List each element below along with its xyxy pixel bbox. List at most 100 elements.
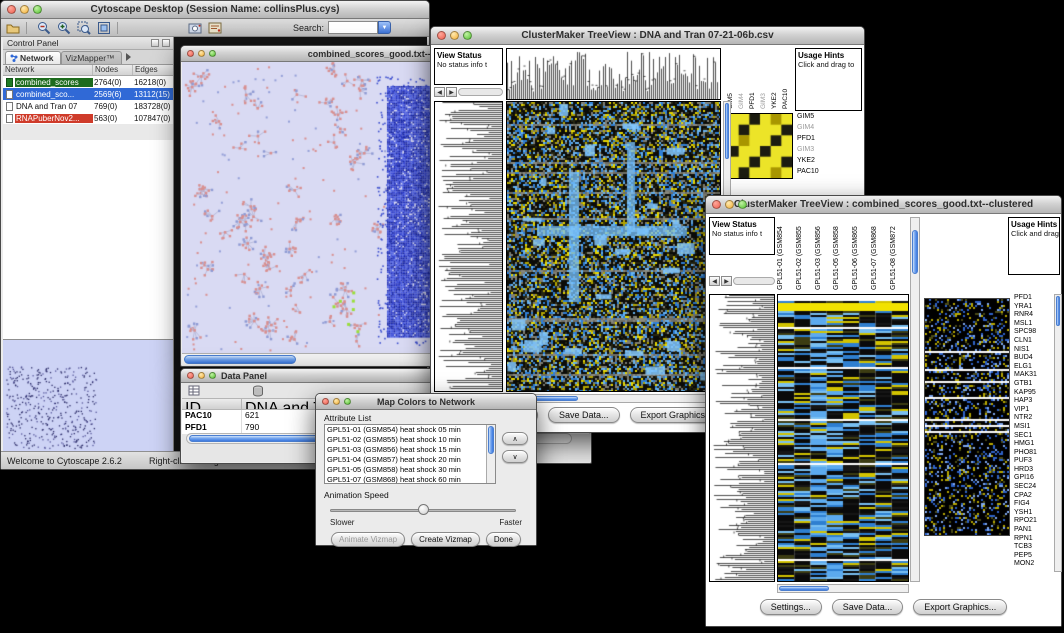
treeview2-window: ClusterMaker TreeView : combined_scores_…: [705, 195, 1062, 627]
speed-slider-thumb[interactable]: [418, 504, 429, 515]
zoom-button[interactable]: [344, 398, 351, 405]
zoom-fit-icon[interactable]: [96, 20, 112, 35]
close-icon[interactable]: [162, 39, 170, 47]
settings-button[interactable]: Settings...: [760, 599, 822, 615]
attribute-item[interactable]: GPL51-07 (GSM868) heat shock 60 min: [325, 475, 495, 484]
minimize-button[interactable]: [198, 372, 205, 379]
column-network[interactable]: Network: [3, 65, 93, 75]
scroll-right-icon[interactable]: ▶: [446, 87, 457, 97]
create-vizmap-button[interactable]: Create Vizmap: [411, 532, 480, 547]
close-button[interactable]: [322, 398, 329, 405]
move-down-button[interactable]: ∨: [502, 450, 528, 463]
minimize-button[interactable]: [450, 31, 459, 40]
column-nodes[interactable]: Nodes: [93, 65, 133, 75]
gene-label: RNR4: [1012, 311, 1053, 320]
move-up-button[interactable]: ∧: [502, 432, 528, 445]
document-icon: [6, 90, 13, 99]
gene-label: SPC98: [1012, 328, 1053, 337]
main-heatmap[interactable]: [506, 101, 721, 392]
zoom-button[interactable]: [209, 372, 216, 379]
search-input[interactable]: [328, 21, 378, 34]
tab-network[interactable]: Network: [5, 51, 61, 64]
network-table-row[interactable]: combined_sco...2569(6)13112(15): [3, 88, 173, 100]
minimize-button[interactable]: [198, 50, 205, 57]
close-button[interactable]: [187, 50, 194, 57]
gene-label: SEC1: [1012, 432, 1053, 441]
zoom-heatmap[interactable]: [727, 113, 793, 179]
gene-label: NTR2: [1012, 414, 1053, 423]
treeview2-titlebar[interactable]: ClusterMaker TreeView : combined_scores_…: [706, 196, 1061, 214]
gene-label: BUD4: [1012, 354, 1053, 363]
zoom-column-labels: GIM5GIM4PFD1GIM3YKE2PAC10: [727, 48, 793, 111]
column-label: GPL51-07 (GSM868: [871, 217, 890, 290]
gene-name-list: PFD1YRA1RNR4MSL1SPC98CLN1NIS1BUD4ELG1MAK…: [1012, 294, 1053, 572]
scroll-track[interactable]: [458, 88, 503, 96]
tab-overflow-arrow-icon[interactable]: [126, 53, 131, 61]
treeview1-titlebar[interactable]: ClusterMaker TreeView : DNA and Tran 07-…: [431, 27, 864, 45]
search-dropdown-icon[interactable]: ▼: [378, 21, 391, 34]
gene-label: KAP95: [1012, 389, 1053, 398]
vertical-scrollbar[interactable]: [910, 217, 920, 582]
column-dendrogram[interactable]: [506, 48, 721, 100]
network-table-row[interactable]: combined_scores2764(0)16218(0): [3, 76, 173, 88]
table-grid-icon[interactable]: [188, 385, 200, 396]
attribute-item[interactable]: GPL51-04 (GSM857) heat shock 20 min: [325, 455, 495, 465]
heatmap-horizontal-scrollbar[interactable]: [506, 394, 721, 403]
gene-list-scrollbar[interactable]: [1054, 294, 1062, 572]
attribute-item[interactable]: GPL51-01 (GSM854) heat shock 05 min: [325, 425, 495, 435]
attribute-list-scrollbar[interactable]: [486, 425, 495, 483]
minimize-button[interactable]: [725, 200, 734, 209]
tab-vizmapper[interactable]: VizMapper™: [61, 51, 122, 64]
usage-hints-box: Usage Hints Click and drag to: [795, 48, 862, 111]
open-folder-icon[interactable]: [5, 20, 21, 35]
zoom-button[interactable]: [738, 200, 747, 209]
gene-label: YSH1: [1012, 509, 1053, 518]
scroll-left-icon[interactable]: ◀: [709, 276, 720, 286]
row-dendrogram[interactable]: [434, 101, 503, 392]
main-titlebar[interactable]: Cytoscape Desktop (Session Name: collins…: [1, 1, 429, 19]
zoom-in-icon[interactable]: [56, 20, 72, 35]
window-controls: [322, 394, 351, 409]
zoom-button[interactable]: [463, 31, 472, 40]
export-graphics-button[interactable]: Export Graphics...: [913, 599, 1007, 615]
view-status-text: No status info t: [712, 229, 772, 238]
attribute-item[interactable]: GPL51-02 (GSM855) heat shock 10 min: [325, 435, 495, 445]
zoom-selected-icon[interactable]: [76, 20, 92, 35]
close-button[interactable]: [187, 372, 194, 379]
zoom-out-icon[interactable]: [36, 20, 52, 35]
attribute-item[interactable]: GPL51-03 (GSM856) heat shock 15 min: [325, 445, 495, 455]
column-edges[interactable]: Edges: [133, 65, 174, 75]
attribute-item[interactable]: GPL51-05 (GSM858) heat shock 30 min: [325, 465, 495, 475]
dialog-titlebar[interactable]: Map Colors to Network: [316, 394, 536, 410]
gene-label: MSI1: [1012, 423, 1053, 432]
network-table-row[interactable]: DNA and Tran 07769(0)183728(0): [3, 100, 173, 112]
save-data-button[interactable]: Save Data...: [832, 599, 904, 615]
done-button[interactable]: Done: [486, 532, 521, 547]
birdseye-view[interactable]: [3, 339, 173, 451]
zoom-button[interactable]: [33, 5, 42, 14]
zoom-row-label: GIM5: [795, 113, 839, 124]
close-button[interactable]: [437, 31, 446, 40]
close-button[interactable]: [712, 200, 721, 209]
scroll-left-icon[interactable]: ◀: [434, 87, 445, 97]
animate-vizmap-button[interactable]: Animate Vizmap: [331, 532, 405, 547]
heatmap-horizontal-scrollbar[interactable]: [777, 584, 909, 593]
scroll-track[interactable]: [733, 277, 775, 285]
column-id[interactable]: ID: [182, 399, 242, 410]
row-dendrogram[interactable]: [709, 294, 775, 582]
database-icon[interactable]: [252, 385, 264, 397]
network-table-row[interactable]: RNAPuberNov2...563(0)107847(0): [3, 112, 173, 124]
network-nodes: 2569(6): [93, 90, 133, 99]
window-controls: [187, 369, 216, 382]
save-data-button[interactable]: Save Data...: [548, 407, 620, 423]
zoom-button[interactable]: [209, 50, 216, 57]
close-button[interactable]: [7, 5, 16, 14]
global-view-heatmap[interactable]: [924, 298, 1010, 536]
minimize-button[interactable]: [333, 398, 340, 405]
annotation-icon[interactable]: [207, 20, 223, 35]
scroll-right-icon[interactable]: ▶: [721, 276, 732, 286]
float-icon[interactable]: [151, 39, 159, 47]
minimize-button[interactable]: [20, 5, 29, 14]
snapshot-icon[interactable]: [187, 20, 203, 35]
main-heatmap[interactable]: [777, 294, 909, 582]
